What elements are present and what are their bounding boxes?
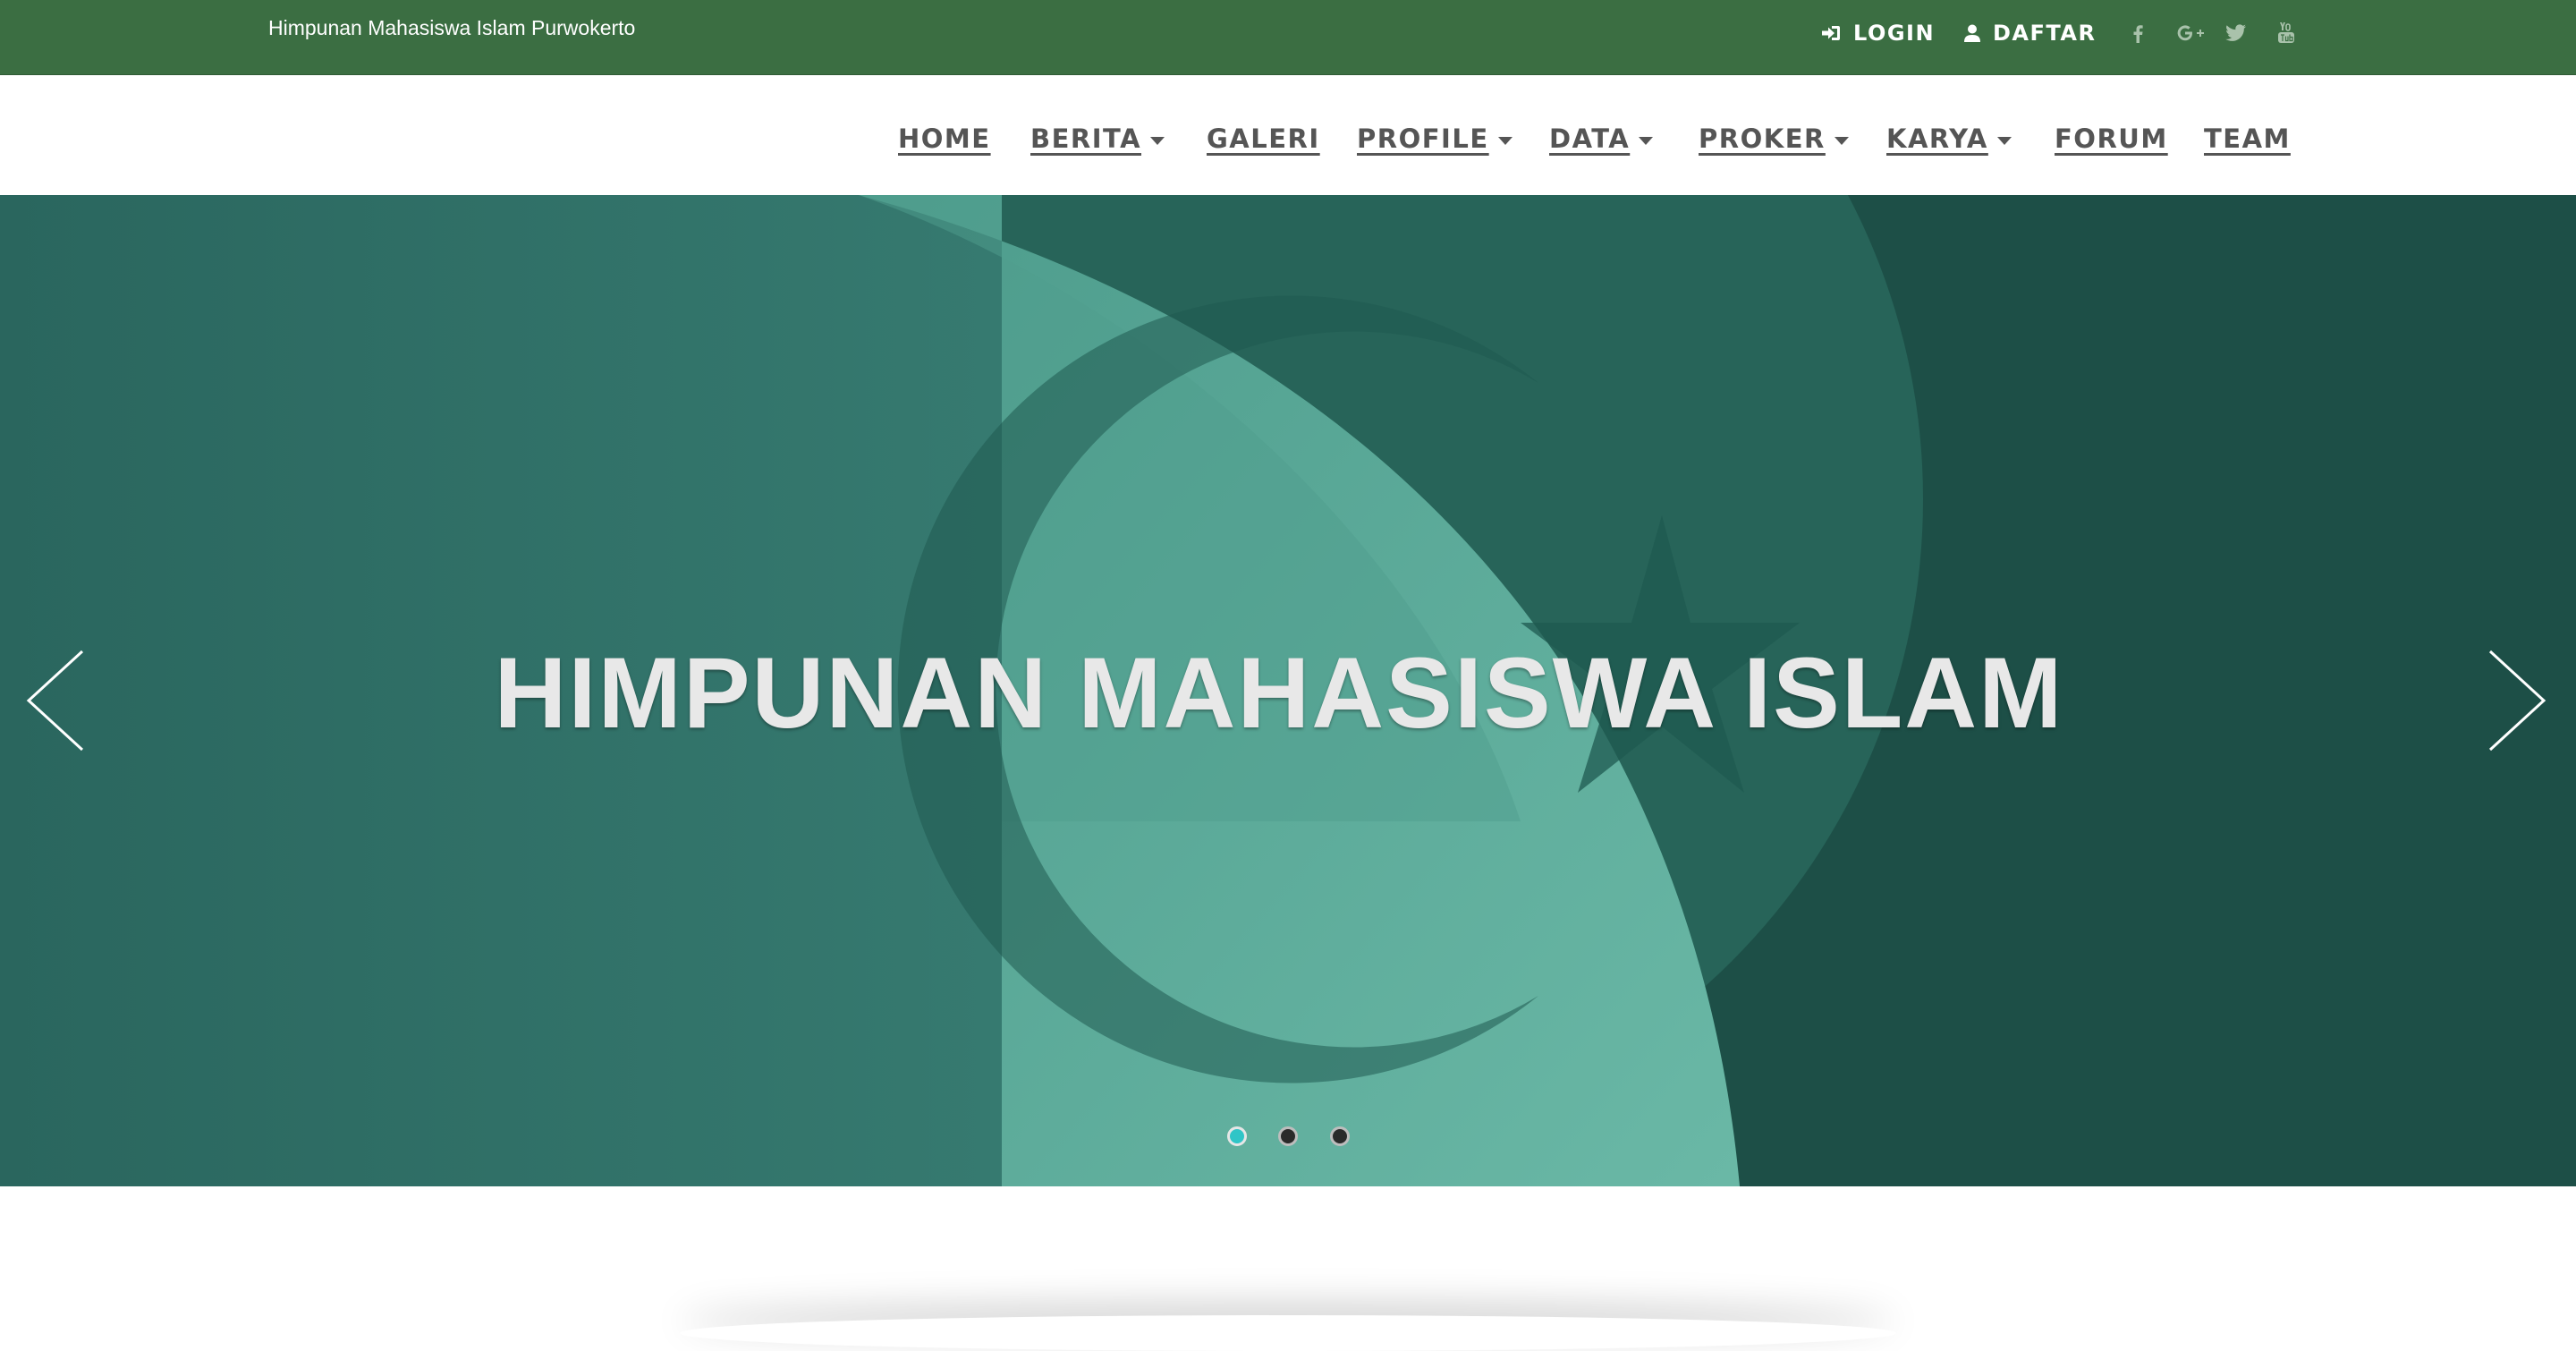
nav-proker[interactable]: PROKER (1699, 123, 1849, 163)
carousel-next-button[interactable] (2478, 633, 2549, 768)
nav-proker-label: PROKER (1699, 123, 1826, 154)
caret-down-icon (1150, 137, 1165, 145)
youtube-icon[interactable] (2275, 20, 2297, 47)
chevron-right-icon (2488, 650, 2546, 752)
nav-team-label: TEAM (2204, 123, 2291, 154)
twitter-icon[interactable] (2225, 20, 2247, 47)
site-title: Himpunan Mahasiswa Islam Purwokerto (268, 16, 636, 39)
login-label: LOGIN (1853, 21, 1936, 46)
caret-down-icon (1996, 137, 2012, 145)
facebook-icon[interactable] (2127, 20, 2148, 47)
nav-home[interactable]: HOME (898, 123, 991, 163)
nav-forum[interactable]: FORUM (2055, 123, 2168, 163)
top-bar: Himpunan Mahasiswa Islam Purwokerto LOGI… (0, 0, 2576, 75)
hero-title: HIMPUNAN MAHASISWA ISLAM (494, 637, 2064, 749)
carousel-indicator-2[interactable] (1278, 1126, 1298, 1146)
nav-data[interactable]: DATA (1549, 123, 1654, 163)
nav-berita-label: BERITA (1030, 123, 1142, 154)
caret-down-icon (1834, 137, 1849, 145)
nav-data-label: DATA (1549, 123, 1631, 154)
carousel-indicator-1[interactable] (1227, 1126, 1247, 1146)
nav-karya-label: KARYA (1886, 123, 1988, 154)
carousel-prev-button[interactable] (18, 633, 89, 768)
chevron-left-icon (26, 650, 84, 752)
main-navbar: HOME BERITA GALERI PROFILE DATA PROKER K… (0, 75, 2576, 195)
carousel-indicator-3[interactable] (1330, 1126, 1350, 1146)
nav-galeri-label: GALERI (1207, 123, 1320, 154)
login-link[interactable]: LOGIN (1821, 20, 1935, 47)
nav-forum-label: FORUM (2055, 123, 2168, 154)
nav-berita[interactable]: BERITA (1030, 123, 1165, 163)
sign-in-icon (1822, 26, 1840, 40)
user-icon (1964, 24, 1980, 42)
google-plus-icon[interactable] (2175, 20, 2206, 47)
nav-profile-label: PROFILE (1357, 123, 1489, 154)
nav-home-label: HOME (898, 123, 991, 154)
nav-karya[interactable]: KARYA (1886, 123, 2012, 163)
daftar-label: DAFTAR (1993, 21, 2097, 46)
hero-carousel: HIMPUNAN MAHASISWA ISLAM (0, 195, 2576, 1186)
content-card-edge (680, 1315, 1896, 1351)
daftar-link[interactable]: DAFTAR (1964, 20, 2096, 47)
caret-down-icon (1497, 137, 1513, 145)
nav-galeri[interactable]: GALERI (1207, 123, 1320, 163)
nav-profile[interactable]: PROFILE (1357, 123, 1513, 163)
nav-team[interactable]: TEAM (2204, 123, 2291, 163)
caret-down-icon (1639, 137, 1654, 145)
